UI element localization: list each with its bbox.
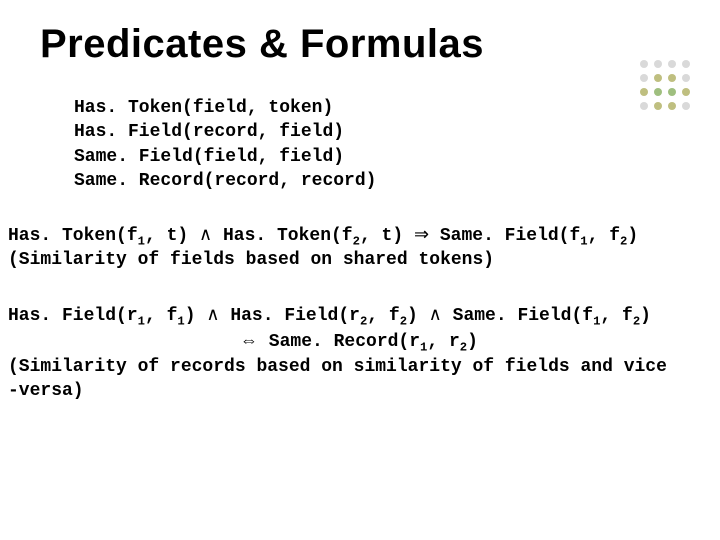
text: Same. Record(r [258, 332, 420, 352]
predicate-line: Same. Record(record, record) [74, 169, 376, 193]
predicate-line: Has. Token(field, token) [74, 96, 376, 120]
text: ) [640, 306, 651, 326]
corner-dots-icon [570, 60, 690, 140]
text: Has. Field(r [220, 306, 360, 326]
text: Has. Field(r [8, 306, 138, 326]
text: Same. Field(f [442, 306, 593, 326]
text: Has. Token(f [8, 226, 138, 246]
formula-2: Has. Field(r1, f1) ∧ Has. Field(r2, f2) … [8, 302, 667, 403]
and-symbol: ∧ [429, 304, 442, 324]
predicate-list: Has. Token(field, token) Has. Field(reco… [74, 96, 376, 193]
slide: Predicates & Formulas Has. Token( [0, 0, 720, 540]
formula-2-desc-line1: (Similarity of records based on similari… [8, 355, 667, 379]
and-symbol: ∧ [206, 304, 219, 324]
text: ) [627, 226, 638, 246]
predicate-line: Has. Field(record, field) [74, 120, 376, 144]
text: , f [367, 306, 399, 326]
text: , t) [360, 226, 414, 246]
text: , f [145, 306, 177, 326]
text: , t) [145, 226, 199, 246]
text: ) [407, 306, 429, 326]
formula-2-desc-line2: -versa) [8, 379, 667, 403]
formula-1-line1: Has. Token(f1, t) ∧ Has. Token(f2, t) ⇒ … [8, 222, 638, 248]
formula-1: Has. Token(f1, t) ∧ Has. Token(f2, t) ⇒ … [8, 222, 638, 273]
subscript: 1 [177, 315, 184, 329]
iff-symbol: ⇔ [240, 330, 258, 350]
subscript: 1 [580, 235, 587, 249]
subscript: 1 [138, 315, 145, 329]
implies-symbol: ⇒ [414, 224, 429, 244]
text: ) [185, 306, 207, 326]
text: Same. Field(f [429, 226, 580, 246]
subscript: 2 [400, 315, 407, 329]
text: , f [588, 226, 620, 246]
and-symbol: ∧ [199, 224, 212, 244]
formula-2-line1: Has. Field(r1, f1) ∧ Has. Field(r2, f2) … [8, 302, 667, 328]
formula-1-desc: (Similarity of fields based on shared to… [8, 248, 638, 272]
subscript: 1 [138, 235, 145, 249]
subscript: 2 [353, 235, 360, 249]
formula-2-line2: ⇔ Same. Record(r1, r2) [8, 328, 667, 354]
text: , r [427, 332, 459, 352]
text: ) [467, 332, 478, 352]
text: Has. Token(f [212, 226, 352, 246]
predicate-line: Same. Field(field, field) [74, 145, 376, 169]
slide-title: Predicates & Formulas [40, 22, 484, 67]
text: , f [600, 306, 632, 326]
